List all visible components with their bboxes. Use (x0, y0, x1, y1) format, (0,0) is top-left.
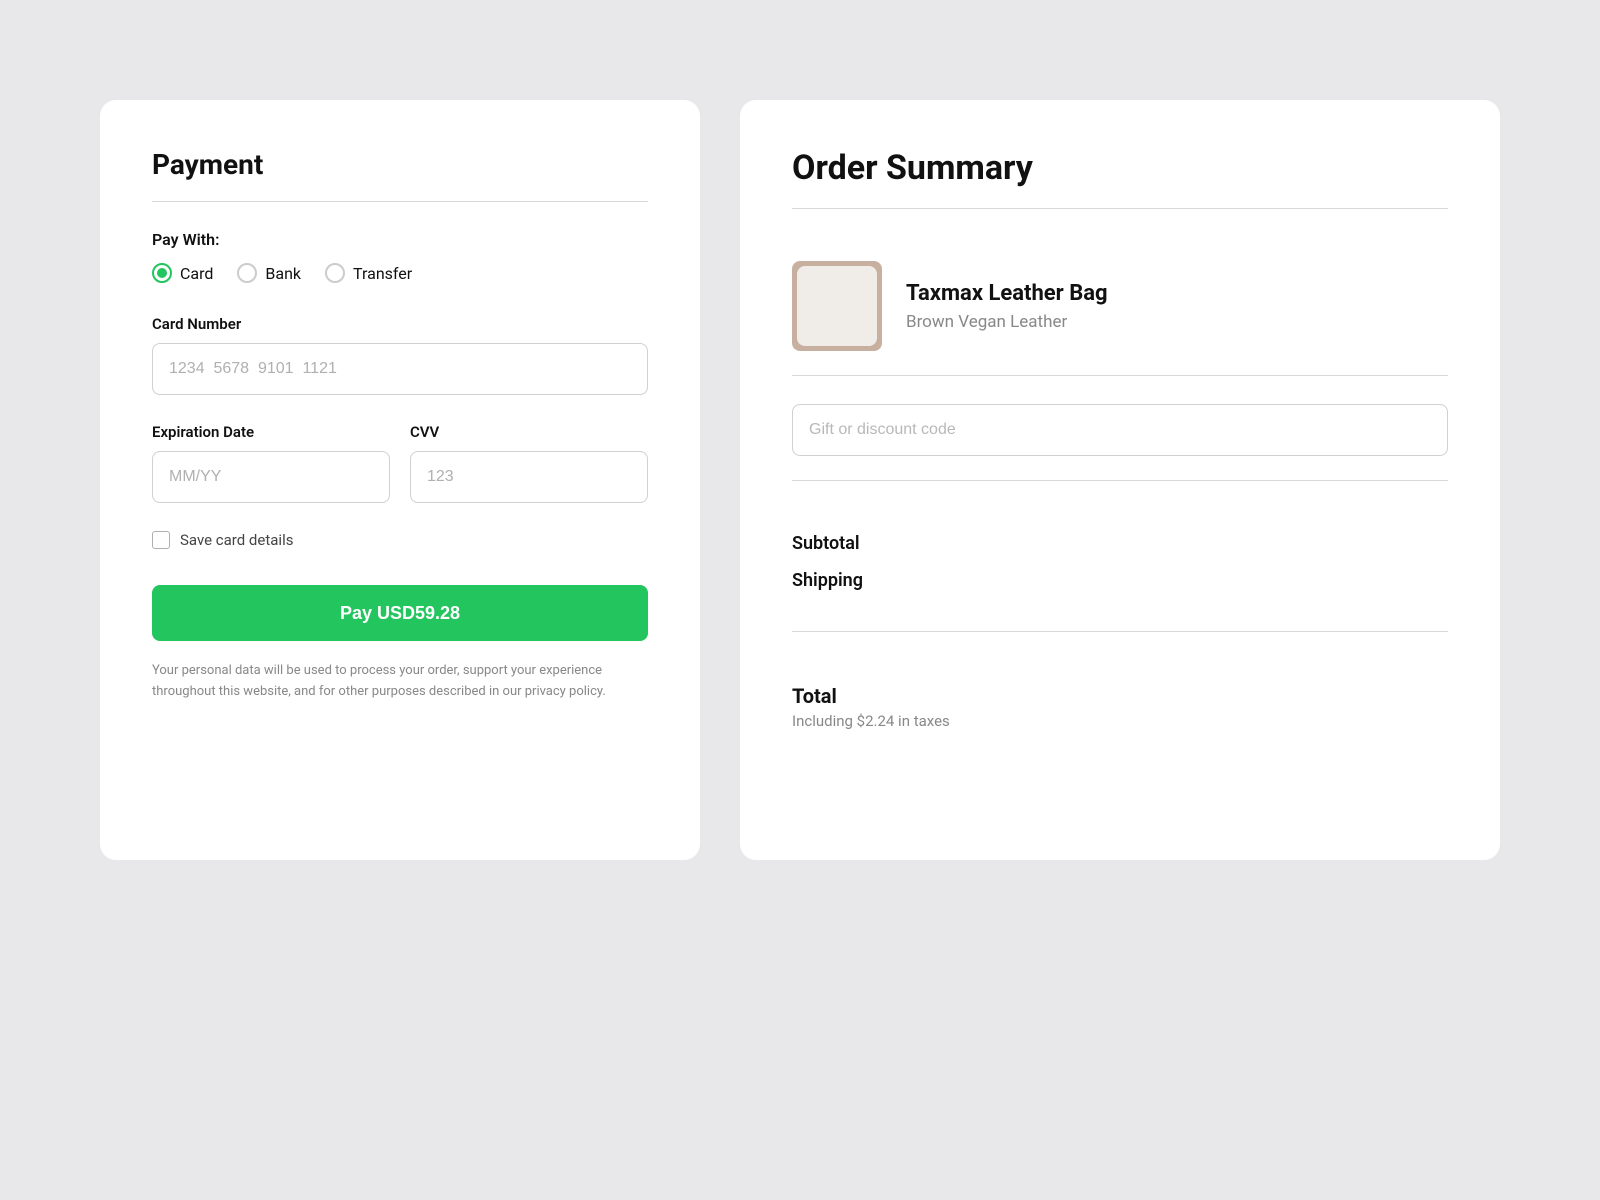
save-card-checkbox[interactable] (152, 531, 170, 549)
summary-section: Subtotal Shipping (792, 509, 1448, 631)
save-card-row: Save card details (152, 531, 648, 549)
card-number-input[interactable] (152, 343, 648, 395)
radio-option-card[interactable]: Card (152, 263, 213, 283)
save-card-label: Save card details (180, 531, 293, 549)
cvv-label: CVV (410, 423, 648, 441)
radio-option-bank[interactable]: Bank (237, 263, 301, 283)
shipping-row: Shipping (792, 570, 1448, 591)
pay-button[interactable]: Pay USD59.28 (152, 585, 648, 641)
payment-card: Payment Pay With: Card Bank Transfer Car… (100, 100, 700, 860)
product-info: Taxmax Leather Bag Brown Vegan Leather (906, 281, 1108, 332)
radio-bank-icon (237, 263, 257, 283)
radio-option-transfer[interactable]: Transfer (325, 263, 412, 283)
product-row: Taxmax Leather Bag Brown Vegan Leather (792, 237, 1448, 375)
discount-wrapper (792, 404, 1448, 456)
product-name: Taxmax Leather Bag (906, 281, 1108, 306)
payment-divider (152, 201, 648, 202)
expiry-group: Expiration Date (152, 423, 390, 503)
payment-method-group: Card Bank Transfer (152, 263, 648, 283)
total-tax: Including $2.24 in taxes (792, 712, 1448, 730)
expiry-cvv-row: Expiration Date CVV (152, 423, 648, 503)
product-variant: Brown Vegan Leather (906, 312, 1108, 332)
radio-transfer-icon (325, 263, 345, 283)
product-divider (792, 375, 1448, 376)
total-section: Total Including $2.24 in taxes (792, 660, 1448, 754)
subtotal-label: Subtotal (792, 533, 860, 554)
cvv-group: CVV (410, 423, 648, 503)
radio-card-label: Card (180, 264, 213, 283)
pay-with-label: Pay With: (152, 230, 648, 249)
order-summary-title: Order Summary (792, 148, 1448, 188)
expiry-input[interactable] (152, 451, 390, 503)
payment-title: Payment (152, 148, 648, 181)
total-label: Total (792, 684, 1448, 708)
privacy-text: Your personal data will be used to proce… (152, 661, 648, 703)
radio-transfer-label: Transfer (353, 264, 412, 283)
order-summary-card: Order Summary (740, 100, 1500, 860)
card-number-group: Card Number (152, 315, 648, 395)
discount-code-input[interactable] (792, 404, 1448, 456)
expiry-label: Expiration Date (152, 423, 390, 441)
radio-card-icon (152, 263, 172, 283)
product-image (792, 261, 882, 351)
subtotal-row: Subtotal (792, 533, 1448, 554)
total-divider (792, 631, 1448, 632)
product-image-svg (797, 266, 877, 346)
radio-bank-label: Bank (265, 264, 301, 283)
discount-divider (792, 480, 1448, 481)
shipping-label: Shipping (792, 570, 863, 591)
card-number-label: Card Number (152, 315, 648, 333)
order-summary-divider (792, 208, 1448, 209)
cvv-input[interactable] (410, 451, 648, 503)
